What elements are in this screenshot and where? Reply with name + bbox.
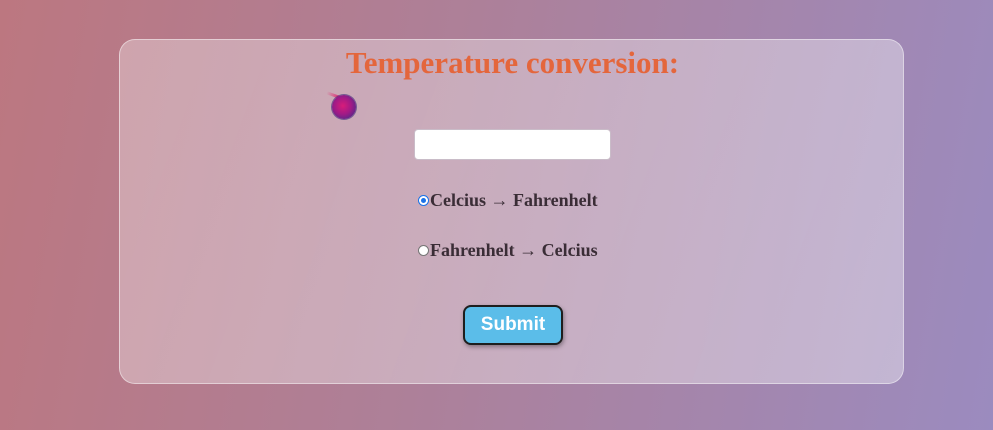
- submit-button[interactable]: Submit: [463, 305, 563, 345]
- option-celcius-to-fahrenhelt[interactable]: Celcius → Fahrenhelt: [418, 188, 598, 212]
- temperature-input[interactable]: [414, 129, 611, 160]
- celcius-to-fahrenhelt-radio[interactable]: [418, 194, 429, 206]
- fahrenhelt-to-celcius-label[interactable]: Fahrenhelt → Celcius: [430, 240, 598, 261]
- page-title: Temperature conversion:: [345, 45, 680, 80]
- celcius-to-fahrenhelt-label[interactable]: Celcius → Fahrenhelt: [430, 190, 598, 211]
- comet-ball-icon: [332, 95, 356, 119]
- fahrenhelt-to-celcius-radio[interactable]: [418, 244, 429, 256]
- option-fahrenhelt-to-celcius[interactable]: Fahrenhelt → Celcius: [418, 238, 598, 262]
